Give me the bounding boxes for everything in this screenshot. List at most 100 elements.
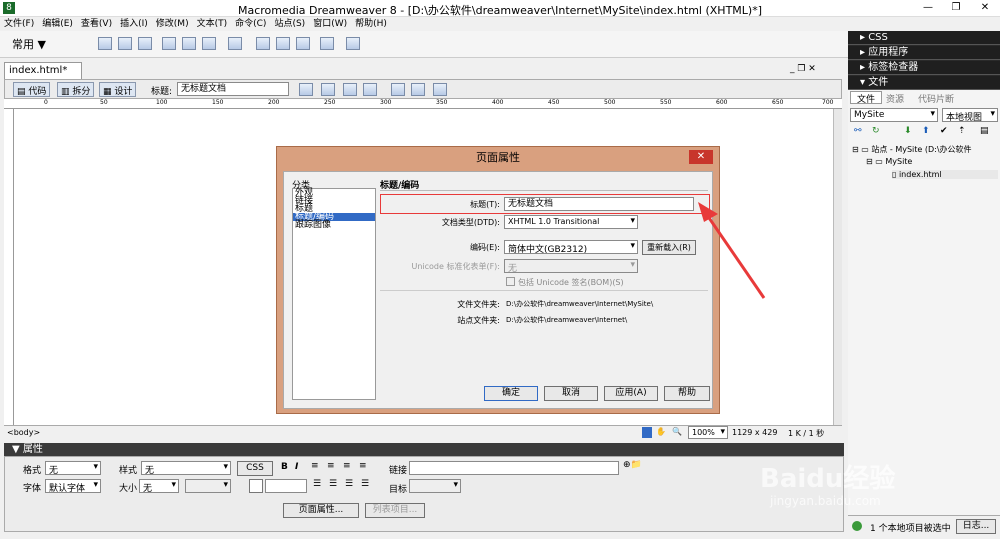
category-tracing-image[interactable]: 跟踪图像 (293, 221, 375, 230)
size-select[interactable]: 无 (139, 479, 179, 494)
log-button[interactable]: 日志... (956, 519, 996, 534)
debug-icon[interactable] (343, 83, 357, 96)
link-input[interactable] (409, 461, 619, 475)
vertical-scrollbar[interactable] (833, 109, 842, 427)
menu-insert[interactable]: 插入(I) (116, 17, 152, 31)
tab-files[interactable]: 文件 (850, 91, 882, 105)
tab-snippets[interactable]: 代码片断 (918, 92, 954, 105)
align-right-icon[interactable]: ≡ (343, 461, 351, 471)
hand-tool-icon[interactable]: ✋ (656, 427, 666, 436)
tree-file-index[interactable]: ▯ index.html (892, 170, 998, 179)
menu-modify[interactable]: 修改(M) (152, 17, 193, 31)
table-icon[interactable] (162, 37, 176, 50)
tree-folder[interactable]: ⊟ ▭ MySite (866, 157, 912, 166)
date-icon[interactable] (256, 37, 270, 50)
outdent-icon[interactable]: ☰ (345, 479, 353, 489)
align-center-icon[interactable]: ≡ (327, 461, 335, 471)
unordered-list-icon[interactable]: ☰ (313, 479, 321, 489)
preview-icon[interactable] (321, 83, 335, 96)
indent-icon[interactable]: ☰ (361, 479, 369, 489)
application-panel-header[interactable]: ▸ 应用程序 (848, 46, 1000, 60)
code-view-button[interactable]: ▤ 代码 (13, 82, 51, 97)
menu-help[interactable]: 帮助(H) (351, 17, 391, 31)
menu-site[interactable]: 站点(S) (270, 17, 309, 31)
maximize-button[interactable]: ❐ (942, 0, 970, 16)
tab-assets[interactable]: 资源 (886, 92, 904, 105)
file-management-icon[interactable] (299, 83, 313, 96)
site-select[interactable]: MySite (850, 108, 938, 122)
ok-button[interactable]: 确定 (484, 386, 538, 401)
check-in-icon[interactable]: ⇡ (958, 126, 966, 136)
view-select[interactable]: 本地视图 (942, 108, 998, 123)
browser-check-icon[interactable] (363, 83, 377, 96)
dialog-close-button[interactable]: ✕ (689, 150, 713, 164)
comment-icon[interactable] (296, 37, 310, 50)
text-color-picker[interactable] (249, 479, 263, 493)
apply-button[interactable]: 应用(A) (604, 386, 658, 401)
menu-window[interactable]: 窗口(W) (309, 17, 351, 31)
refresh-icon[interactable] (391, 83, 405, 96)
cancel-button[interactable]: 取消 (544, 386, 598, 401)
css-panel-header[interactable]: ▸ CSS (848, 31, 1000, 45)
target-select[interactable] (409, 479, 461, 493)
put-files-icon[interactable]: ⬆ (922, 126, 930, 136)
server-include-icon[interactable] (276, 37, 290, 50)
email-link-icon[interactable] (118, 37, 132, 50)
properties-panel-header[interactable]: ▼ 属性 (4, 443, 844, 456)
connect-icon[interactable]: ⚯ (854, 126, 862, 136)
tag-inspector-panel-header[interactable]: ▸ 标签检查器 (848, 61, 1000, 75)
check-out-icon[interactable]: ✔ (940, 126, 948, 136)
dialog-title-input[interactable]: 无标题文档 (504, 197, 694, 211)
pointer-tool-icon[interactable] (642, 427, 652, 438)
menu-commands[interactable]: 命令(C) (231, 17, 270, 31)
design-view-button[interactable]: ▦ 设计 (99, 82, 137, 97)
justify-icon[interactable]: ≡ (359, 461, 367, 471)
css-button[interactable]: CSS (237, 461, 273, 476)
doctype-select[interactable]: XHTML 1.0 Transitional (504, 215, 638, 229)
menu-edit[interactable]: 编辑(E) (38, 17, 77, 31)
expand-icon[interactable]: ▤ (980, 126, 989, 136)
italic-button[interactable]: I (295, 462, 298, 472)
help-button[interactable]: 帮助 (664, 386, 710, 401)
minimize-button[interactable]: — (914, 0, 942, 16)
format-select[interactable]: 无 (45, 461, 101, 476)
tab-index-html[interactable]: index.html* (4, 62, 82, 79)
close-button[interactable]: ✕ (970, 0, 1000, 16)
ruler-tick-label: 500 (604, 99, 616, 106)
point-to-file-icon[interactable]: ⊕📁 (623, 460, 642, 470)
font-select[interactable]: 默认字体 (45, 479, 101, 494)
tree-site-root[interactable]: ⊟ ▭ 站点 - MySite (D:\办公软件 (852, 144, 972, 155)
encoding-select[interactable]: 简体中文(GB2312) (504, 240, 638, 255)
menu-file[interactable]: 文件(F) (0, 17, 38, 31)
media-icon[interactable] (228, 37, 242, 50)
refresh-files-icon[interactable]: ↻ (872, 126, 880, 136)
align-left-icon[interactable]: ≡ (311, 461, 319, 471)
visual-aids-icon[interactable] (433, 83, 447, 96)
bom-checkbox[interactable] (506, 277, 515, 286)
layer-icon[interactable] (182, 37, 196, 50)
get-files-icon[interactable]: ⬇ (904, 126, 912, 136)
tag-selector[interactable]: <body> (7, 428, 40, 437)
hyperlink-icon[interactable] (98, 37, 112, 50)
zoom-select[interactable]: 100% (688, 426, 728, 439)
files-panel-header[interactable]: ▾ 文件 (848, 76, 1000, 90)
anchor-icon[interactable] (138, 37, 152, 50)
template-icon[interactable] (320, 37, 334, 50)
document-window-controls[interactable]: _ ❐ ✕ (790, 64, 816, 74)
document-title-input[interactable]: 无标题文档 (177, 82, 289, 96)
view-options-icon[interactable] (411, 83, 425, 96)
reload-button[interactable]: 重新载入(R) (642, 240, 696, 255)
tag-chooser-icon[interactable] (346, 37, 360, 50)
style-select[interactable]: 无 (141, 461, 231, 476)
menu-text[interactable]: 文本(T) (193, 17, 232, 31)
toolbar-category-select[interactable]: 常用 ▼ (12, 36, 46, 52)
image-icon[interactable] (202, 37, 216, 50)
window-size[interactable]: 1129 x 429 (732, 428, 777, 437)
bold-button[interactable]: B (281, 462, 288, 472)
text-color-input[interactable] (265, 479, 307, 493)
zoom-tool-icon[interactable]: 🔍 (672, 427, 682, 436)
split-view-button[interactable]: ▥ 拆分 (57, 82, 95, 97)
menu-view[interactable]: 查看(V) (77, 17, 116, 31)
page-properties-button[interactable]: 页面属性... (283, 503, 359, 518)
ordered-list-icon[interactable]: ☰ (329, 479, 337, 489)
